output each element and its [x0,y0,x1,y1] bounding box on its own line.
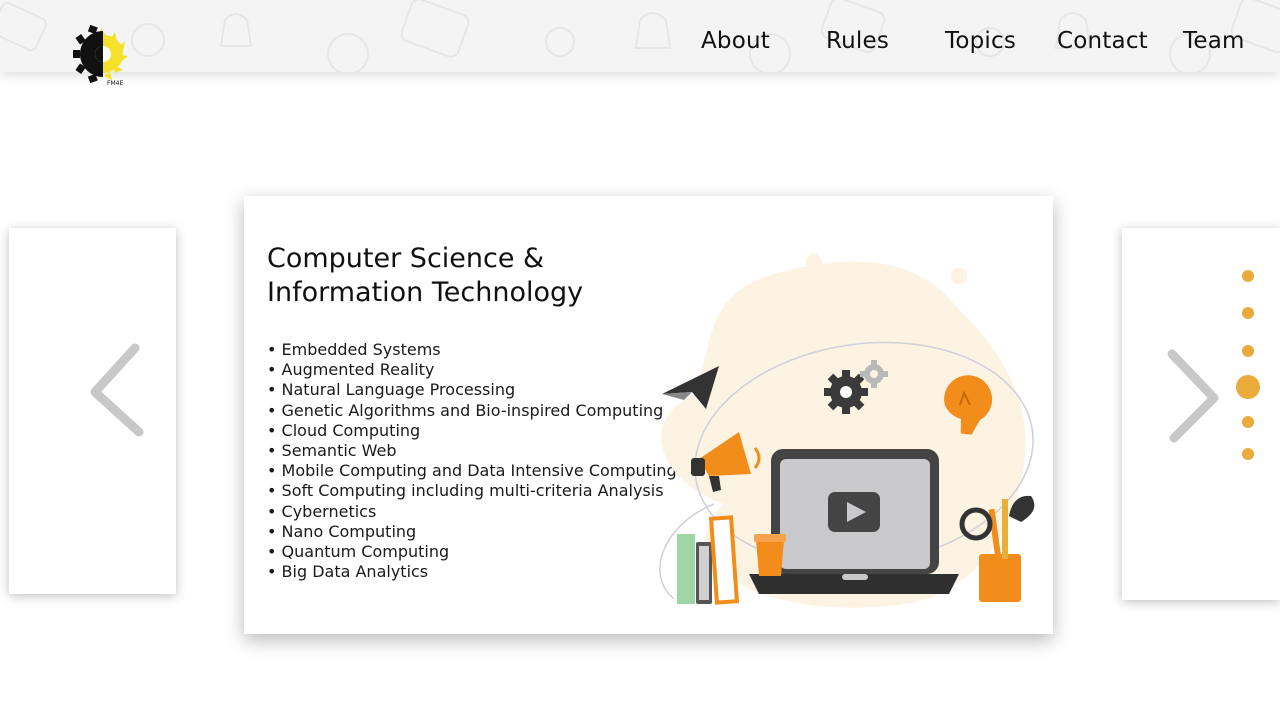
carousel-dot-2[interactable] [1242,307,1254,319]
svg-text:FM4E: FM4E [107,80,123,87]
carousel-dot-3[interactable] [1242,345,1254,357]
nav-contact[interactable]: Contact [1057,28,1148,56]
carousel-dot-1[interactable] [1242,270,1254,282]
nav-rules[interactable]: Rules [826,28,889,56]
nav-topics[interactable]: Topics [945,28,1016,56]
slide-title: Computer Science & Information Technolog… [267,242,583,310]
carousel-dot-6[interactable] [1242,448,1254,460]
slide-title-line2: Information Technology [267,277,584,308]
sun-gear-logo-icon[interactable]: FM4E [70,22,132,88]
carousel-prev-card[interactable] [9,228,176,594]
chevron-left-icon[interactable] [87,340,147,440]
chevron-right-icon[interactable] [1164,346,1224,446]
carousel-dot-5[interactable] [1242,416,1254,428]
slide-card: Computer Science & Information Technolog… [244,196,1053,634]
carousel-next-card[interactable] [1122,228,1280,600]
nav-team[interactable]: Team [1183,28,1245,56]
carousel-dot-active[interactable] [1236,375,1260,399]
nav-about[interactable]: About [701,28,770,56]
slide-title-line1: Computer Science & [267,243,545,274]
laptop-study-illustration [659,254,1035,608]
